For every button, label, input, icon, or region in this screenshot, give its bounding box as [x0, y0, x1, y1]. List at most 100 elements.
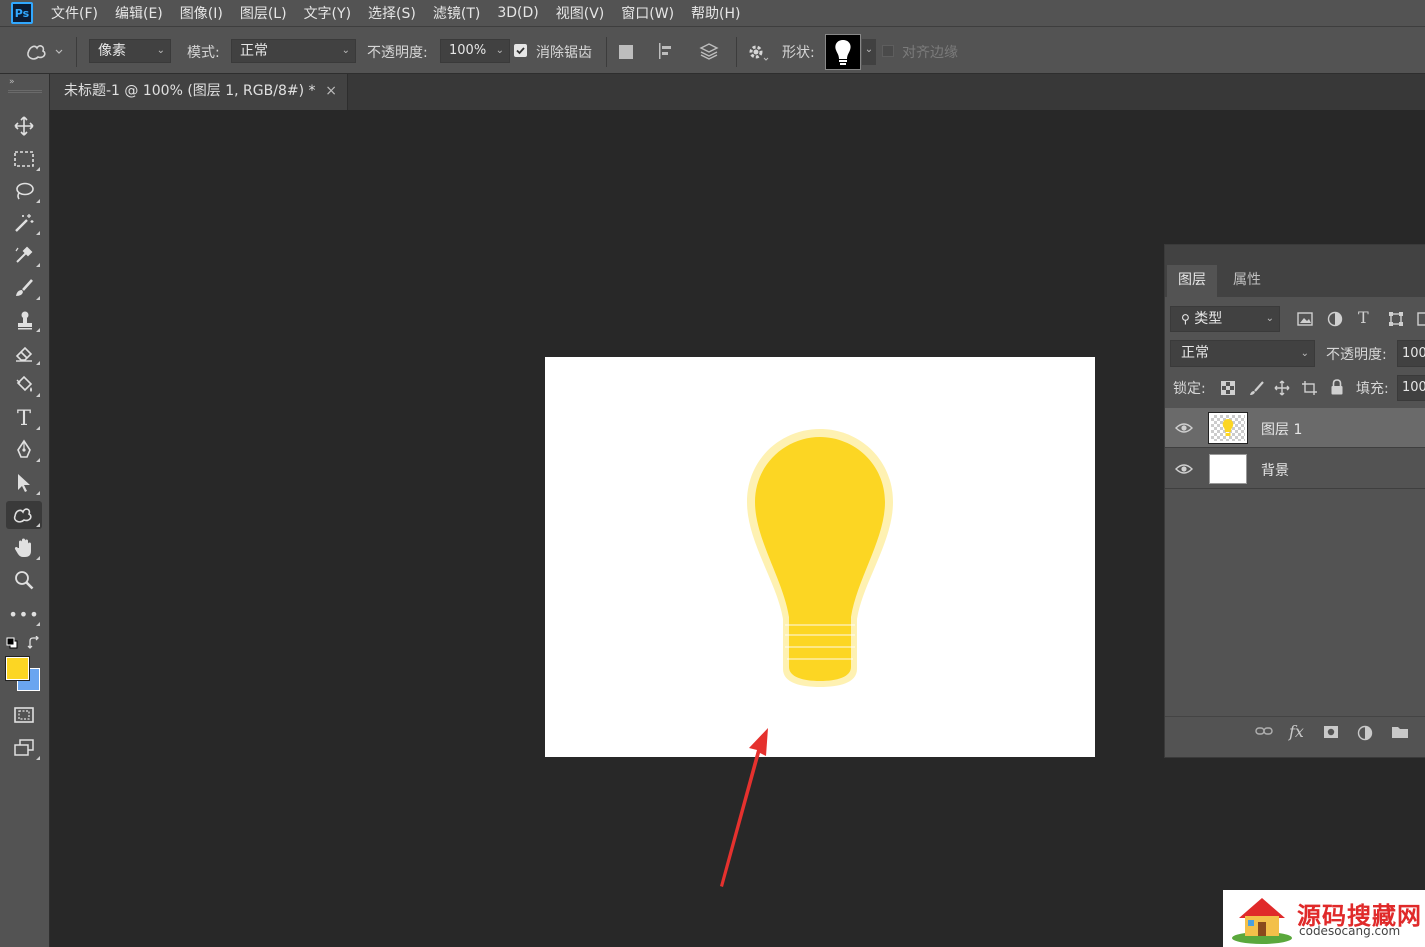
panel-grip[interactable] [8, 90, 42, 93]
visibility-eye-icon[interactable] [1175, 420, 1193, 436]
shape-filter-icon[interactable] [1388, 311, 1404, 327]
menu-image[interactable]: 图像(I) [180, 3, 223, 23]
opacity-field[interactable]: 100% ⌄ [440, 39, 510, 63]
search-icon: ⚲ [1181, 312, 1190, 326]
type-tool[interactable]: T [6, 404, 42, 432]
antialias-checkbox[interactable] [514, 44, 527, 57]
tool-group-indicator [36, 458, 40, 462]
adjustment-filter-icon[interactable] [1327, 311, 1343, 327]
gear-icon[interactable] [746, 41, 770, 63]
path-selection-tool[interactable] [6, 469, 42, 497]
lightbulb-shape [747, 429, 893, 687]
lasso-tool[interactable] [6, 177, 42, 205]
path-alignment-icon[interactable] [657, 41, 677, 61]
fill-type-value: 像素 [98, 43, 126, 59]
magic-wand-icon [15, 214, 34, 232]
tool-group-indicator [36, 296, 40, 300]
zoom-tool[interactable] [6, 566, 42, 594]
menu-help[interactable]: 帮助(H) [691, 3, 740, 23]
fill-label: 填充: [1356, 381, 1389, 397]
blend-mode-dropdown[interactable]: 正常 ⌄ [1170, 340, 1315, 367]
type-filter-icon[interactable]: T [1358, 308, 1369, 327]
layer-opacity-label: 不透明度: [1326, 347, 1387, 363]
collapse-panel-icon[interactable]: » [9, 77, 15, 87]
menu-layer[interactable]: 图层(L) [240, 3, 287, 23]
lock-position-icon[interactable] [1274, 380, 1290, 396]
image-filter-icon[interactable] [1297, 311, 1313, 327]
menu-type[interactable]: 文字(Y) [304, 3, 351, 23]
blend-mode-value: 正常 [1181, 345, 1209, 361]
layer-opacity-field[interactable]: 100% [1397, 340, 1425, 367]
tool-group-indicator [36, 622, 40, 626]
path-arrangement-icon[interactable] [697, 41, 721, 61]
screen-mode-button[interactable] [6, 734, 42, 762]
more-icon: ••• [8, 604, 40, 624]
tool-group-indicator [36, 393, 40, 397]
lock-all-icon[interactable] [1330, 379, 1344, 396]
custom-shape-icon [13, 508, 32, 523]
swap-colors-icon[interactable] [27, 635, 41, 650]
document-tab[interactable]: 未标题-1 @ 100% (图层 1, RGB/8#) * × [50, 74, 348, 110]
tool-group-indicator [36, 167, 40, 171]
document-canvas[interactable] [545, 357, 1095, 757]
menu-filter[interactable]: 滤镜(T) [433, 3, 480, 23]
menu-view[interactable]: 视图(V) [556, 3, 605, 23]
annotation-arrow [720, 728, 768, 887]
menu-edit[interactable]: 编辑(E) [115, 3, 163, 23]
brush-tool[interactable] [6, 274, 42, 302]
smart-object-filter-icon[interactable] [1417, 311, 1425, 327]
fx-icon[interactable]: fx [1289, 722, 1304, 741]
lock-transparent-icon[interactable] [1221, 381, 1235, 395]
mode-dropdown[interactable]: 正常 ⌄ [231, 39, 356, 63]
lock-label: 锁定: [1173, 381, 1206, 397]
tool-preset-picker[interactable] [24, 39, 66, 65]
path-operations-icon[interactable] [619, 45, 633, 59]
custom-shape-tool[interactable] [6, 501, 42, 529]
menu-3d[interactable]: 3D(D) [497, 5, 538, 21]
fill-type-dropdown[interactable]: 像素 ⌄ [89, 39, 171, 63]
paint-bucket-tool[interactable] [6, 371, 42, 399]
clone-stamp-tool[interactable] [6, 306, 42, 334]
edit-toolbar-button[interactable]: ••• [6, 600, 42, 628]
move-tool[interactable] [6, 112, 42, 140]
quick-mask-button[interactable] [6, 701, 42, 729]
shape-picker-dropdown[interactable]: ⌄ [862, 39, 876, 65]
opacity-label: 不透明度: [367, 45, 428, 61]
hand-tool[interactable] [6, 534, 42, 562]
tab-layers[interactable]: 图层 [1167, 265, 1217, 297]
menu-select[interactable]: 选择(S) [368, 3, 416, 23]
watermark-url: codesocang.com [1299, 924, 1401, 938]
layer-filter-row: ⚲ 类型 ⌄ T [1165, 306, 1425, 334]
close-icon[interactable]: × [325, 74, 337, 108]
chevron-down-icon: ⌄ [341, 45, 350, 56]
layer-row-layer1[interactable]: 图层 1 [1165, 408, 1425, 448]
menu-file[interactable]: 文件(F) [51, 3, 98, 23]
tool-group-indicator [36, 556, 40, 560]
adjustment-layer-icon[interactable] [1357, 725, 1373, 741]
visibility-eye-icon[interactable] [1175, 461, 1193, 477]
quick-mask-icon [14, 707, 34, 723]
marquee-tool[interactable] [6, 145, 42, 173]
folder-icon[interactable] [1391, 725, 1409, 739]
layer-filter-dropdown[interactable]: ⚲ 类型 ⌄ [1170, 306, 1280, 332]
document-tab-bar: 未标题-1 @ 100% (图层 1, RGB/8#) * × [50, 74, 1425, 110]
foreground-color-swatch[interactable] [5, 656, 30, 681]
default-colors-icon[interactable] [6, 637, 18, 649]
shape-label: 形状: [782, 45, 815, 61]
tab-properties[interactable]: 属性 [1222, 265, 1272, 297]
magic-wand-tool[interactable] [6, 209, 42, 237]
shape-picker[interactable] [825, 34, 861, 70]
layer-thumbnail [1209, 454, 1247, 484]
menu-window[interactable]: 窗口(W) [621, 3, 674, 23]
lock-artboard-icon[interactable] [1301, 380, 1318, 396]
link-layers-icon[interactable] [1255, 725, 1273, 737]
layer-row-background[interactable]: 背景 [1165, 449, 1425, 489]
eraser-tool[interactable] [6, 339, 42, 367]
align-edges-checkbox[interactable] [882, 45, 894, 57]
fill-field[interactable]: 100% [1397, 375, 1425, 401]
photoshop-logo: Ps [11, 2, 33, 24]
eyedropper-tool[interactable] [6, 241, 42, 269]
add-mask-icon[interactable] [1323, 725, 1339, 739]
lock-pixels-icon[interactable] [1249, 380, 1265, 396]
pen-tool[interactable] [6, 436, 42, 464]
